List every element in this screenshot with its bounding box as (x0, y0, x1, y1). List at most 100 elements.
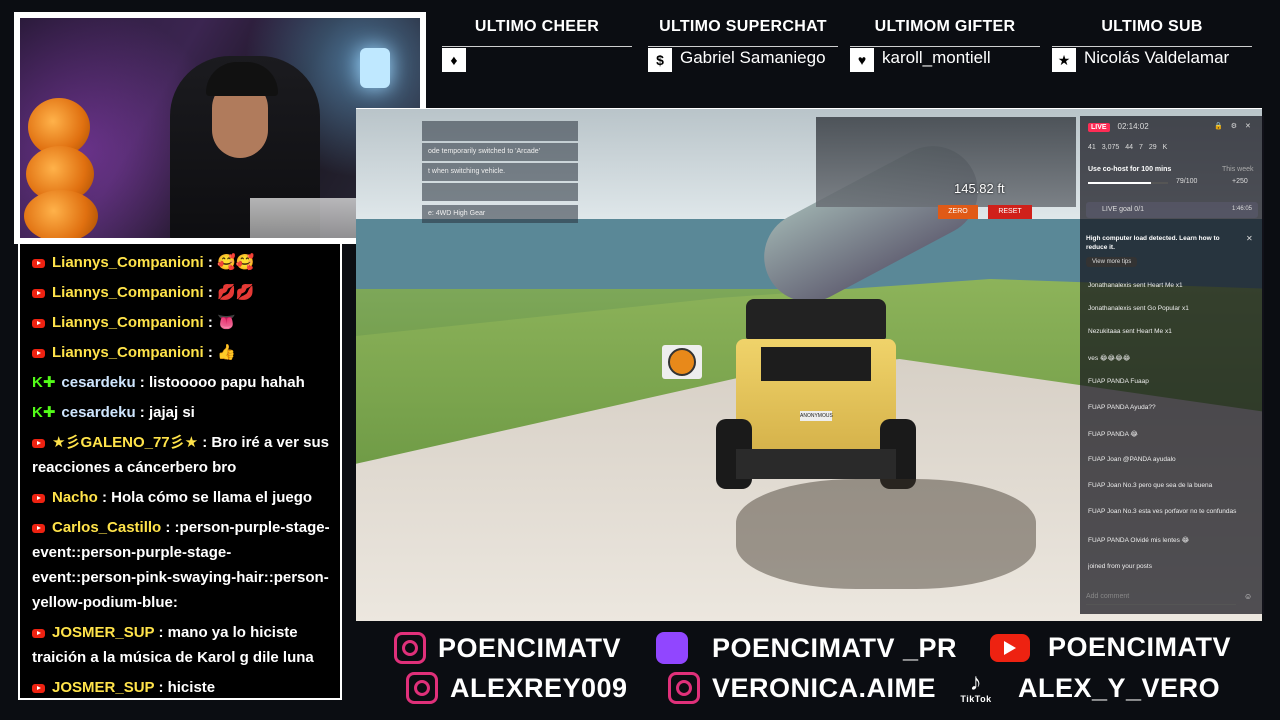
reset-button[interactable]: RESET (988, 205, 1032, 219)
chat-username: Liannys_Companioni (52, 314, 204, 331)
chat-text: : 👍 (207, 344, 236, 361)
gift-message: Jonathanalexis sent Heart Me x1 (1088, 282, 1183, 289)
divider (442, 46, 632, 47)
social-instagram: VERONICA.AIME (668, 672, 936, 704)
chat-text: : 💋💋 (207, 284, 255, 301)
chat-message: FUAP Joan @PANDA ayudalo (1088, 456, 1176, 463)
pumpkin-decoration (24, 190, 98, 238)
settings-icon[interactable]: ⚙ (1231, 123, 1245, 130)
social-handle: POENCIMATV _PR (712, 632, 958, 663)
chat-username: Liannys_Companioni (52, 254, 204, 271)
chat-message: JOSMER_SUP : hiciste (20, 675, 340, 698)
alert-title: ULTIMOM GIFTER (874, 18, 1016, 35)
alert-superchat: ULTIMO SUPERCHAT $ Gabriel Samaniego (648, 18, 838, 78)
youtube-icon (990, 633, 1030, 662)
instagram-icon (394, 632, 426, 664)
chat-message: K✚ cesardeku : jajaj si (20, 400, 340, 430)
goal-text: LIVE goal 0/1 (1102, 206, 1145, 213)
chat-message: FUAP PANDA Fuaap (1088, 378, 1149, 385)
comment-input[interactable]: Add comment (1086, 590, 1236, 605)
chat-username: JOSMER_SUP (52, 679, 155, 696)
social-handle: POENCIMATV (1048, 632, 1232, 662)
hud-message: t when switching vehicle. (422, 163, 578, 181)
tiktok-brand: TikTok (960, 694, 992, 704)
chat-message: Liannys_Companioni : 👍 (20, 340, 340, 370)
goal-time: 1:46:05 (1232, 206, 1253, 212)
cohost-progress: 79/100 (1176, 178, 1198, 185)
social-tiktok: ♪ TikTok ALEX_Y_VERO (956, 671, 1221, 705)
chat-message: ★彡GALENO_77彡★ : Bro iré a ver sus reacci… (20, 430, 340, 485)
chat-username: cesardeku (61, 374, 136, 391)
divider (850, 46, 1040, 47)
youtube-icon (32, 523, 45, 533)
stat-value: 3,075 (1101, 144, 1120, 151)
kick-icon: K✚ (32, 404, 56, 421)
live-header: LIVE 02:14:02 (1088, 122, 1149, 132)
social-handle: VERONICA.AIME (712, 672, 937, 703)
social-handle: ALEX_Y_VERO (1018, 672, 1221, 703)
cohost-progress-bar (1088, 182, 1168, 184)
alert-cheer: ULTIMO CHEER ♦ (442, 18, 632, 78)
youtube-icon (32, 318, 45, 328)
alert-name: Nicolás Valdelamar (1084, 48, 1230, 67)
youtube-icon (32, 348, 45, 358)
close-icon[interactable]: ✕ (1245, 123, 1259, 130)
hud-message: ode temporarily switched to 'Arcade' (422, 143, 578, 161)
chat-message: FUAP Joan No.3 esta ves porfavor no te c… (1088, 508, 1237, 515)
car-shadow (736, 479, 1036, 589)
close-icon[interactable]: ✕ (1246, 234, 1253, 243)
alert-title: ULTIMO SUPERCHAT (659, 18, 827, 35)
social-handle: ALEXREY009 (450, 672, 628, 703)
join-message: joined from your posts (1088, 563, 1152, 570)
youtube-icon (32, 258, 45, 268)
youtube-icon (32, 628, 45, 638)
structure (816, 117, 1076, 207)
youtube-icon (32, 683, 45, 693)
stat-value: 7 (1138, 144, 1143, 151)
social-youtube: POENCIMATV (990, 632, 1231, 663)
chat-message: Liannys_Companioni : 👅 (20, 310, 340, 340)
live-badge: LIVE (1088, 123, 1110, 132)
chat-message: K✚ cesardeku : listooooo papu hahah (20, 370, 340, 400)
window-controls[interactable]: 🔒⚙✕ (1214, 122, 1259, 130)
distance-readout: 145.82 ft (954, 181, 1005, 196)
license-plate: ANONYMOUS (800, 411, 833, 421)
chat-text: : Hola cómo se llama el juego (102, 489, 313, 506)
hud-panel (422, 121, 578, 141)
live-goal-bar[interactable]: LIVE goal 0/1 1:46:05 (1086, 202, 1258, 218)
instagram-icon (406, 672, 438, 704)
chat-message: Liannys_Companioni : 🥰🥰 (20, 250, 340, 280)
social-twitch: POENCIMATV _PR (656, 632, 957, 664)
gift-message: Nezukitaaa sent Heart Me x1 (1088, 328, 1172, 335)
alert-title: ULTIMO CHEER (474, 18, 600, 35)
view-more-tips-button[interactable]: View more tips (1086, 257, 1138, 267)
alert-sub: ULTIMO SUB ★ Nicolás Valdelamar (1052, 18, 1252, 78)
lock-icon[interactable]: 🔒 (1214, 123, 1231, 130)
lamp-decoration (360, 48, 390, 88)
performance-tip: High computer load detected. Learn how t… (1086, 234, 1258, 274)
instagram-icon (668, 672, 700, 704)
hud-panel (422, 183, 578, 201)
zero-button[interactable]: ZERO (938, 205, 978, 219)
chat-text: : hiciste (158, 679, 216, 696)
chat-text: : 🥰🥰 (207, 254, 255, 271)
chat-username: ★彡GALENO_77彡★ (52, 434, 199, 451)
emoji-icon[interactable]: ☺ (1244, 592, 1252, 601)
chat-message: Carlos_Castillo : :person-purple-stage-e… (20, 515, 340, 620)
chat-text: : jajaj si (139, 404, 195, 421)
chat-panel: Liannys_Companioni : 🥰🥰 Liannys_Companio… (18, 244, 342, 700)
chat-message: FUAP Joan No.3 pero que sea de la buena (1088, 482, 1213, 489)
stat-value: 29 K (1148, 144, 1168, 151)
divider (1052, 46, 1252, 47)
clock-icon (662, 345, 702, 379)
youtube-icon (32, 288, 45, 298)
social-handle: POENCIMATV (438, 632, 622, 663)
chat-username: Carlos_Castillo (52, 519, 162, 536)
chat-message: JOSMER_SUP : mano ya lo hiciste traición… (20, 620, 340, 675)
social-instagram: ALEXREY009 (406, 672, 628, 704)
yellow-jeep: ANONYMOUS (716, 299, 916, 509)
chat-username: Liannys_Companioni (52, 284, 204, 301)
tip-text: High computer load detected. Learn how t… (1086, 235, 1220, 251)
cohost-text: Use co-host for 100 mins (1088, 166, 1172, 173)
chat-message: FUAP PANDA 😂 (1088, 431, 1138, 438)
